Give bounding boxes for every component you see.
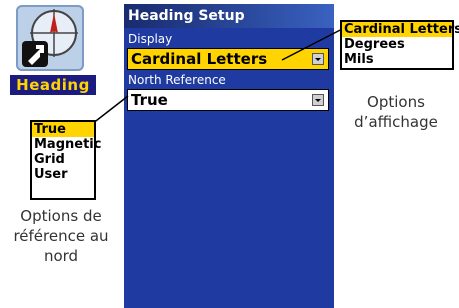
display-option-degrees[interactable]: Degrees xyxy=(342,37,452,52)
north-option-magnetic[interactable]: Magnetic xyxy=(32,137,101,152)
north-reference-caption: Options de référence au nord xyxy=(0,206,122,266)
display-options-caption: Options d’affichage xyxy=(334,92,458,132)
north-caption-line-1: Options de xyxy=(20,207,102,225)
display-caption-line-2: d’affichage xyxy=(354,113,438,131)
display-option-cardinal-letters[interactable]: Cardinal Letters xyxy=(342,22,459,37)
north-caption-line-3: nord xyxy=(43,247,79,265)
north-caption-line-2: référence au xyxy=(13,227,109,245)
north-option-grid[interactable]: Grid xyxy=(32,152,94,167)
north-option-true[interactable]: True xyxy=(32,122,94,137)
display-options-list: Cardinal Letters Degrees Mils xyxy=(340,20,459,70)
display-option-mils[interactable]: Mils xyxy=(342,52,452,67)
display-caption-line-1: Options xyxy=(367,93,425,111)
north-option-user[interactable]: User xyxy=(32,167,94,182)
north-reference-options-list: True Magnetic Grid User xyxy=(30,120,101,200)
